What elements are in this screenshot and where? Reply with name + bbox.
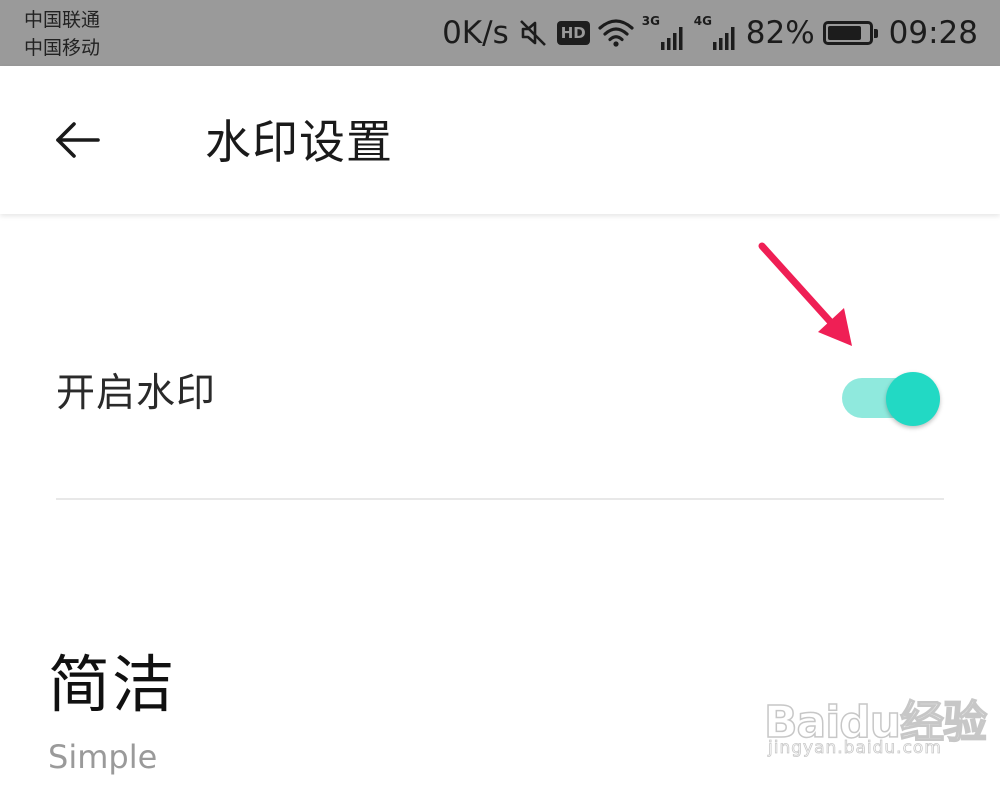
- status-icons: 0K/s HD 3G 4G 82% 09:28: [442, 0, 978, 66]
- back-button[interactable]: [52, 114, 104, 166]
- carrier-2: 中国移动: [24, 37, 101, 59]
- app-bar: 水印设置: [0, 66, 1000, 214]
- watermark-url: jingyan.baidu.com: [768, 738, 942, 759]
- style-subtitle: Simple: [48, 738, 158, 776]
- hd-icon: HD: [556, 21, 590, 45]
- wifi-icon: [598, 18, 634, 48]
- battery-icon: [822, 21, 878, 45]
- baidu-jingyan-watermark: Baidu经验 jingyan.baidu.com: [763, 676, 988, 766]
- signal-4g-icon: 4G: [693, 14, 738, 50]
- net-speed: 0K/s: [442, 15, 509, 51]
- style-title: 简洁: [48, 648, 177, 721]
- carrier-info: 中国联通 中国移动: [24, 6, 100, 62]
- mute-icon: [517, 17, 549, 49]
- carrier-1: 中国联通: [24, 9, 101, 31]
- watermark-toggle-label: 开启水印: [56, 371, 217, 416]
- signal-3g-icon: 3G: [641, 14, 686, 50]
- annotation-arrow-icon: [758, 242, 852, 346]
- clock: 09:28: [888, 15, 978, 51]
- network-type-1: 3G: [641, 14, 660, 28]
- status-bar: 中国联通 中国移动 0K/s HD 3G 4G 82% 09:28: [0, 0, 1000, 66]
- network-type-2: 4G: [693, 14, 712, 28]
- battery-percent: 82%: [745, 15, 815, 51]
- toggle-thumb: [886, 372, 940, 426]
- watermark-toggle[interactable]: [838, 366, 944, 430]
- page-title: 水印设置: [205, 115, 393, 169]
- divider: [56, 498, 944, 500]
- arrow-left-icon: [56, 122, 100, 158]
- battery-fill: [827, 26, 861, 40]
